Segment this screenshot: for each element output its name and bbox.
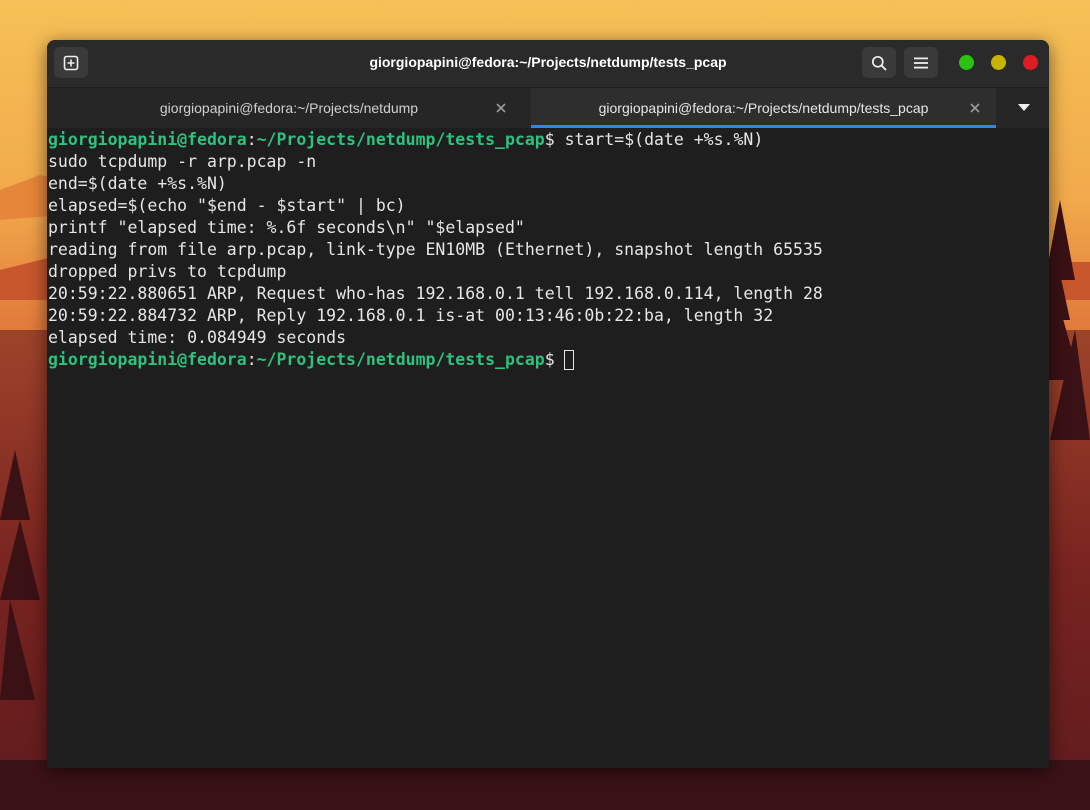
terminal-window: giorgiopapini@fedora:~/Projects/netdump/… <box>47 40 1049 768</box>
maximize-button[interactable] <box>991 55 1006 70</box>
prompt-path: ~/Projects/netdump/tests_pcap <box>256 350 545 369</box>
tab-close-button[interactable] <box>493 100 509 116</box>
new-tab-button[interactable] <box>54 47 88 78</box>
chevron-down-icon <box>1018 104 1030 111</box>
command-text: start=$(date +%s.%N) <box>564 130 764 149</box>
tab-close-button[interactable] <box>967 100 983 116</box>
search-icon <box>871 55 887 70</box>
terminal-line: reading from file arp.pcap, link-type EN… <box>48 240 823 259</box>
terminal-line: sudo tcpdump -r arp.pcap -n <box>48 152 317 171</box>
close-icon <box>496 103 506 113</box>
minimize-button[interactable] <box>959 55 974 70</box>
close-window-button[interactable] <box>1023 55 1038 70</box>
terminal-line: 20:59:22.880651 ARP, Request who-has 192… <box>48 284 823 303</box>
new-tab-icon <box>63 55 79 70</box>
tab-tests-pcap[interactable]: giorgiopapini@fedora:~/Projects/netdump/… <box>531 88 996 128</box>
window-title: giorgiopapini@fedora:~/Projects/netdump/… <box>369 54 727 70</box>
prompt-dollar: $ <box>544 130 565 149</box>
window-titlebar[interactable]: giorgiopapini@fedora:~/Projects/netdump/… <box>47 40 1049 88</box>
prompt-colon: : <box>246 130 257 149</box>
tab-label: giorgiopapini@fedora:~/Projects/netdump <box>159 100 419 116</box>
terminal-line: elapsed time: 0.084949 seconds <box>48 328 347 347</box>
terminal-output[interactable]: giorgiopapini@fedora:~/Projects/netdump/… <box>47 128 1049 768</box>
tabs-overview-button[interactable] <box>1009 98 1039 118</box>
prompt-user: giorgiopapini@fedora <box>48 350 247 369</box>
terminal-line: elapsed=$(echo "$end - $start" | bc) <box>48 196 406 215</box>
prompt-path: ~/Projects/netdump/tests_pcap <box>256 130 545 149</box>
tab-label: giorgiopapini@fedora:~/Projects/netdump/… <box>598 100 929 116</box>
main-menu-button[interactable] <box>904 47 938 78</box>
tab-bar: giorgiopapini@fedora:~/Projects/netdump … <box>47 88 1049 129</box>
prompt-user: giorgiopapini@fedora <box>48 130 247 149</box>
text-cursor <box>563 350 574 370</box>
terminal-line-current-prompt: giorgiopapini@fedora:~/Projects/netdump/… <box>48 349 574 371</box>
terminal-line-prompt: giorgiopapini@fedora:~/Projects/netdump/… <box>48 129 763 151</box>
terminal-line: dropped privs to tcpdump <box>48 262 287 281</box>
tab-netdump[interactable]: giorgiopapini@fedora:~/Projects/netdump <box>47 88 531 128</box>
close-icon <box>970 103 980 113</box>
terminal-line: end=$(date +%s.%N) <box>48 174 227 193</box>
prompt-colon: : <box>246 350 257 369</box>
prompt-dollar: $ <box>544 350 555 369</box>
terminal-line: printf "elapsed time: %.6f seconds\n" "$… <box>48 218 525 237</box>
search-button[interactable] <box>862 47 896 78</box>
terminal-line: 20:59:22.884732 ARP, Reply 192.168.0.1 i… <box>48 306 774 325</box>
hamburger-menu-icon <box>914 57 928 68</box>
